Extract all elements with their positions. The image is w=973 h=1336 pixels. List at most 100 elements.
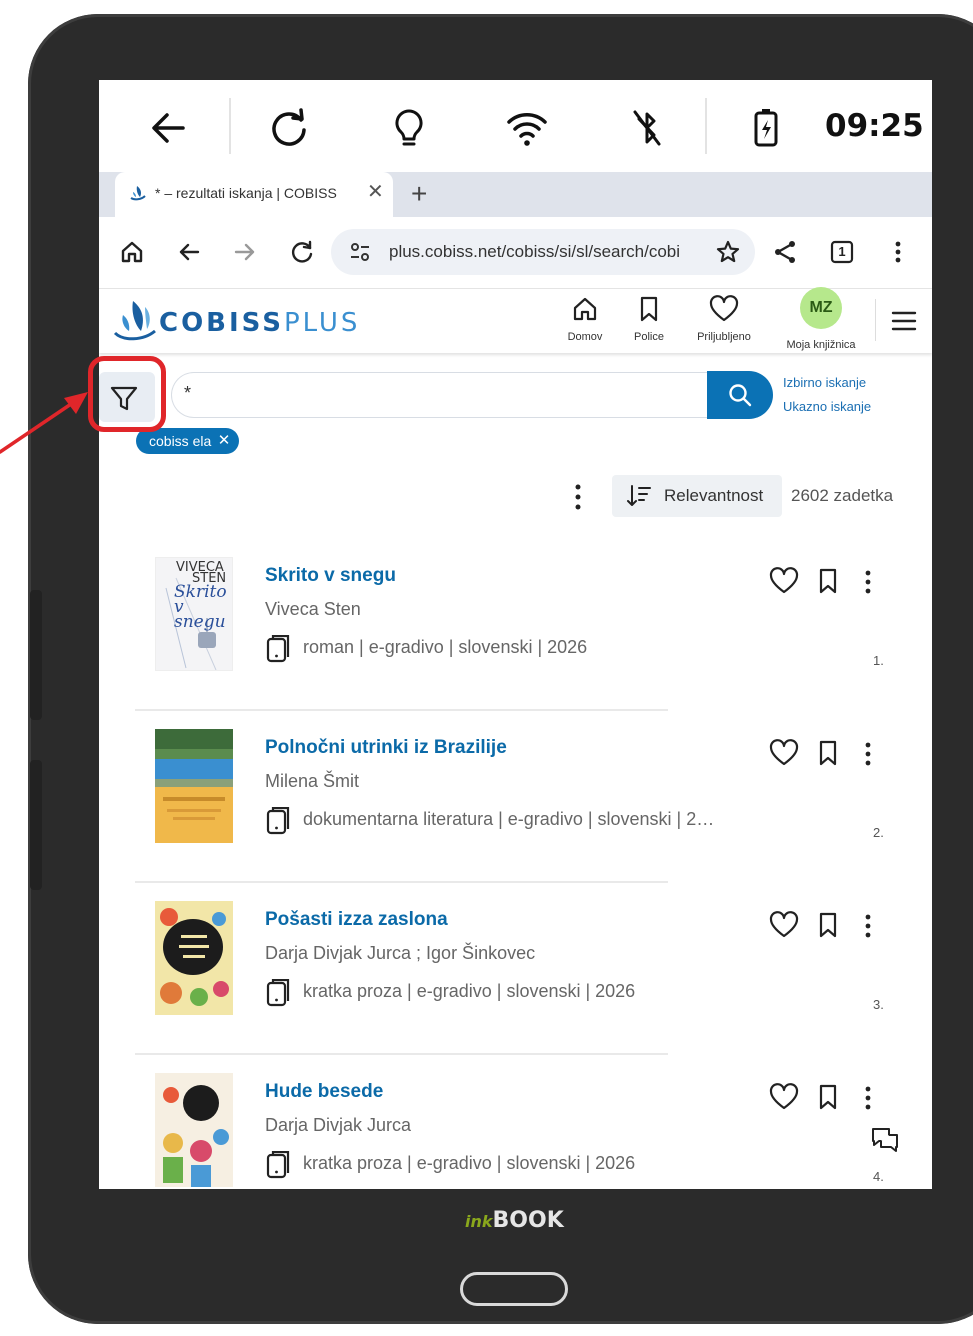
search-icon: [729, 384, 752, 407]
browser-home-icon[interactable]: [119, 239, 145, 265]
book-cover[interactable]: [155, 901, 233, 1015]
tab-switcher-button[interactable]: 1: [829, 239, 855, 265]
device-home-button[interactable]: [460, 1272, 568, 1306]
book-cover[interactable]: [155, 729, 233, 843]
wifi-icon[interactable]: [505, 106, 549, 150]
share-icon[interactable]: [772, 239, 798, 265]
heart-icon: [709, 295, 739, 322]
bookmark-icon: [640, 296, 658, 322]
chat-feedback-icon[interactable]: [869, 1125, 901, 1157]
tab-title: * – rezultati iskanja | COBISS: [155, 185, 337, 201]
nav-home-label: Domov: [567, 331, 603, 343]
device-status-bar: 09:25: [99, 80, 932, 172]
browser-address-bar: plus.cobiss.net/cobiss/si/sl/search/cobi…: [99, 217, 932, 289]
shelf-bookmark-icon[interactable]: [815, 1083, 841, 1111]
device-side-button[interactable]: [30, 760, 42, 890]
options-kebab-icon[interactable]: [573, 482, 583, 512]
hamburger-menu-icon[interactable]: [891, 309, 917, 333]
result-item: Hude besede Darja Divjak Jurca kratka pr…: [99, 1055, 932, 1189]
ebook-icon: [266, 1151, 290, 1179]
favorite-heart-icon[interactable]: [769, 1083, 799, 1111]
result-more-icon[interactable]: [863, 1085, 873, 1111]
device-screen: 09:25 * – rezultati iskanja | COBISS ✕ +: [99, 80, 932, 1189]
result-number: 3.: [873, 997, 884, 1012]
site-settings-icon[interactable]: [349, 241, 371, 263]
result-more-icon[interactable]: [863, 913, 873, 939]
favorite-heart-icon[interactable]: [769, 567, 799, 595]
browser-forward-icon[interactable]: [232, 239, 258, 265]
header-separator: [875, 299, 876, 341]
back-icon[interactable]: [147, 106, 191, 150]
clock-time: 09:25: [825, 108, 924, 144]
frontlight-bulb-icon[interactable]: [387, 106, 431, 150]
logo-bold-text: COBISS: [159, 308, 284, 338]
result-number: 1.: [873, 653, 884, 668]
site-header: COBISSPLUS Domov Police Priljubljeno MZ …: [99, 287, 932, 353]
book-cover[interactable]: [155, 1073, 233, 1187]
select-search-link[interactable]: Izbirno iskanje: [783, 375, 866, 390]
favorite-heart-icon[interactable]: [769, 739, 799, 767]
shelf-bookmark-icon[interactable]: [815, 567, 841, 595]
url-field[interactable]: plus.cobiss.net/cobiss/si/sl/search/cobi: [331, 229, 755, 275]
result-author[interactable]: Darja Divjak Jurca ; Igor Šinkovec: [265, 943, 535, 964]
browser-menu-icon[interactable]: [885, 239, 911, 265]
result-title[interactable]: Hude besede: [265, 1081, 383, 1103]
shelf-bookmark-icon[interactable]: [815, 739, 841, 767]
browser-reload-icon[interactable]: [289, 239, 315, 265]
cover-author-text: VIVECA STEN: [176, 561, 226, 585]
result-more-icon[interactable]: [863, 569, 873, 595]
filter-chip-label: cobiss ela: [149, 433, 212, 449]
cobiss-favicon-icon: [130, 186, 146, 201]
tab-close-button[interactable]: ✕: [367, 182, 384, 202]
nav-favorites-label: Priljubljeno: [697, 331, 751, 343]
new-tab-button[interactable]: +: [411, 176, 427, 212]
result-number: 4.: [873, 1169, 884, 1184]
result-title[interactable]: Pošasti izza zaslona: [265, 909, 448, 931]
bookmark-star-icon[interactable]: [715, 239, 741, 265]
result-meta: kratka proza | e-gradivo | slovenski | 2…: [303, 981, 636, 1001]
battery-charging-icon: [754, 109, 778, 147]
browser-tab-active[interactable]: * – rezultati iskanja | COBISS ✕: [115, 172, 393, 217]
refresh-icon[interactable]: [267, 106, 311, 150]
ebook-icon: [266, 807, 290, 835]
cobiss-logo-icon[interactable]: [113, 297, 157, 343]
result-meta: kratka proza | e-gradivo | slovenski | 2…: [303, 1153, 636, 1173]
nav-my-library[interactable]: MZ Moja knjižnica: [779, 287, 863, 351]
result-more-icon[interactable]: [863, 741, 873, 767]
book-cover[interactable]: VIVECA STEN Skrito v snegu: [155, 557, 233, 671]
result-number: 2.: [873, 825, 884, 840]
search-button[interactable]: [707, 371, 773, 419]
result-title[interactable]: Skrito v snegu: [265, 565, 396, 587]
result-author[interactable]: Viveca Sten: [265, 599, 361, 620]
browser-back-icon[interactable]: [176, 239, 202, 265]
shelf-bookmark-icon[interactable]: [815, 911, 841, 939]
nav-favorites[interactable]: Priljubljeno: [687, 295, 761, 343]
device-side-button[interactable]: [30, 590, 42, 720]
hit-count: 2602 zadetka: [791, 486, 894, 505]
status-separator: [229, 98, 231, 154]
tab-count: 1: [838, 244, 846, 259]
result-meta: roman | e-gradivo | slovenski | 2026: [303, 637, 588, 657]
cover-art-monsters: [155, 901, 233, 1015]
cover-title-text: Skrito v snegu: [174, 584, 232, 631]
chip-close-icon[interactable]: ✕: [218, 428, 231, 454]
result-title[interactable]: Polnočni utrinki iz Brazilije: [265, 737, 507, 759]
site-logo-text[interactable]: COBISSPLUS: [159, 308, 360, 338]
logo-light-text: PLUS: [283, 308, 361, 338]
command-search-link[interactable]: Ukazno iskanje: [783, 399, 871, 414]
favorite-heart-icon[interactable]: [769, 911, 799, 939]
result-author[interactable]: Darja Divjak Jurca: [265, 1115, 411, 1136]
bluetooth-off-icon[interactable]: [625, 106, 669, 150]
cover-art-kids: [155, 1073, 233, 1187]
search-input[interactable]: *: [171, 372, 711, 418]
nav-shelves[interactable]: Police: [621, 295, 677, 343]
brand-ink: ink: [465, 1212, 493, 1231]
sort-label: Relevantnost: [664, 486, 764, 505]
inkbook-brand-logo: inkBOOK: [465, 1208, 564, 1233]
result-author[interactable]: Milena Šmit: [265, 771, 359, 792]
ebook-icon: [266, 979, 290, 1007]
nav-home[interactable]: Domov: [557, 295, 613, 343]
result-item: Pošasti izza zaslona Darja Divjak Jurca …: [99, 883, 932, 1055]
ebook-icon: [266, 635, 290, 663]
sort-button[interactable]: Relevantnost: [612, 475, 782, 517]
